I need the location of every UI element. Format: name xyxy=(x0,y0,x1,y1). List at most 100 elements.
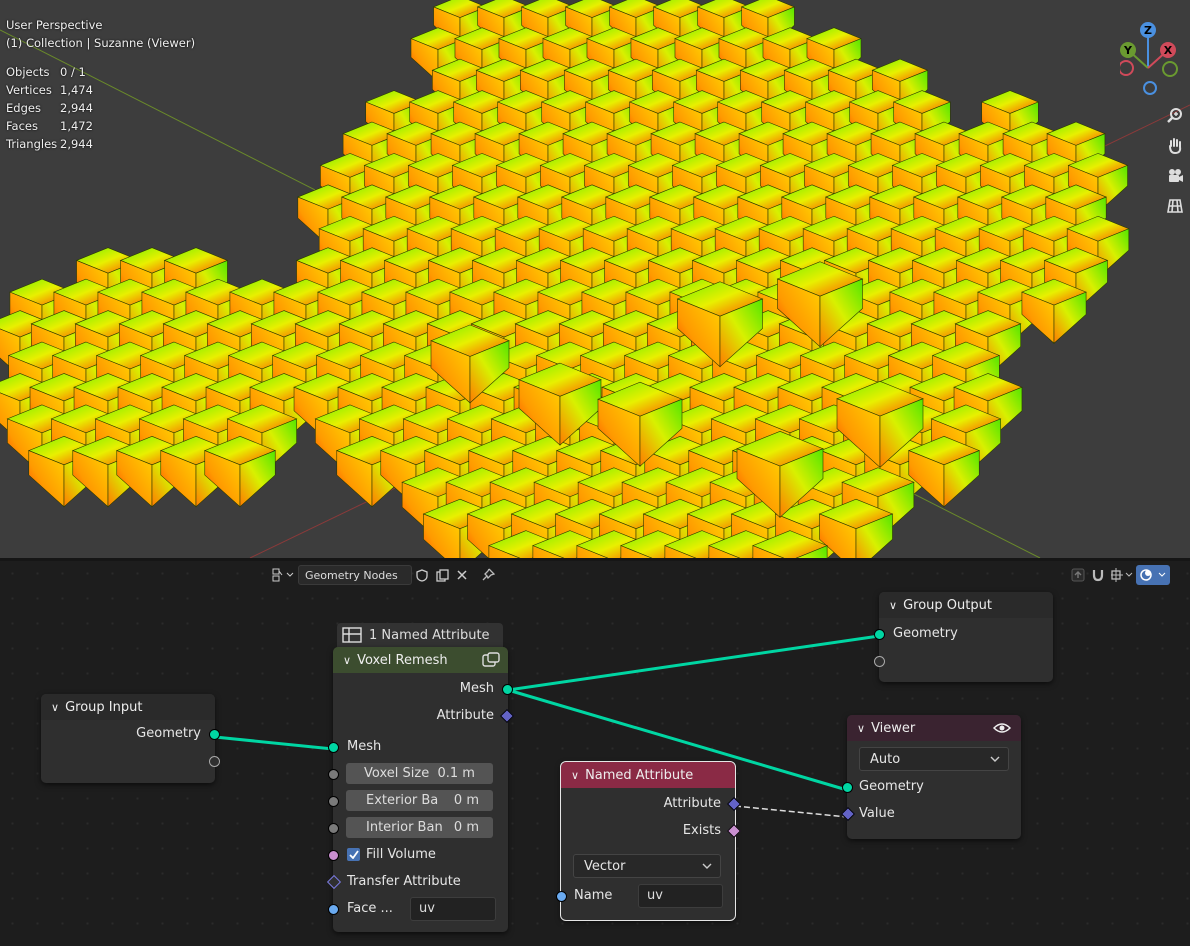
select-value: Auto xyxy=(870,751,901,767)
name-string-socket[interactable] xyxy=(556,891,567,902)
node-header[interactable]: ∨ Group Output xyxy=(879,592,1053,618)
collapse-chevron-icon[interactable]: ∨ xyxy=(857,722,865,735)
fill-volume-checkbox[interactable] xyxy=(347,848,360,861)
input-socket-row: Geometry xyxy=(842,773,1021,800)
voxel-remesh-node[interactable]: ∨ Voxel Remesh Mesh Attribute Mesh Voxel … xyxy=(326,647,515,932)
geometry-input-socket[interactable] xyxy=(874,629,885,640)
voxel-size-socket[interactable] xyxy=(328,769,339,780)
viewport-overlay-stats: User Perspective (1) Collection | Suzann… xyxy=(6,16,195,153)
input-socket-row: Exterior Ba 0 m xyxy=(328,787,508,814)
geometry-output-socket[interactable] xyxy=(209,729,220,740)
viewer-domain-select[interactable]: Auto xyxy=(859,747,1009,771)
overlays-toggle-icon[interactable] xyxy=(1136,565,1170,585)
interior-band-socket[interactable] xyxy=(328,823,339,834)
attribute-output-socket[interactable] xyxy=(499,708,515,724)
data-type-select[interactable]: Vector xyxy=(573,854,721,878)
input-socket-row: Value xyxy=(840,800,1021,827)
socket-label: Transfer Attribute xyxy=(347,874,461,889)
output-socket-row: Attribute xyxy=(561,790,742,817)
face-string-socket[interactable] xyxy=(328,904,339,915)
duplicate-icon[interactable] xyxy=(432,565,452,585)
link-attribute-to-viewer-value xyxy=(734,805,848,818)
snapping-magnet-icon[interactable] xyxy=(1088,565,1108,585)
input-socket-row: Interior Ban 0 m xyxy=(328,814,508,841)
node-header[interactable]: ∨ Named Attribute xyxy=(561,762,735,788)
collapse-chevron-icon[interactable]: ∨ xyxy=(571,769,579,782)
fake-user-shield-icon[interactable] xyxy=(412,565,432,585)
domain-select-row: Auto xyxy=(847,741,1021,773)
attribute-output-socket[interactable] xyxy=(726,796,742,812)
transfer-attribute-socket[interactable] xyxy=(326,874,342,890)
parent-node-tree-icon[interactable] xyxy=(1068,565,1088,585)
value-input-socket[interactable] xyxy=(840,806,856,822)
node-title: Group Output xyxy=(903,597,992,613)
collapse-chevron-icon[interactable]: ∨ xyxy=(51,701,59,714)
group-output-node[interactable]: ∨ Group Output Geometry xyxy=(874,592,1053,682)
virtual-output-socket[interactable] xyxy=(209,756,220,767)
node-tree-browse-icon[interactable] xyxy=(268,565,298,585)
gizmo-neg-x[interactable] xyxy=(1120,60,1134,76)
exterior-band-socket[interactable] xyxy=(328,796,339,807)
socket-label: Geometry xyxy=(859,779,924,794)
eye-icon[interactable] xyxy=(993,722,1011,734)
viewport-nav-tools xyxy=(1163,104,1189,224)
output-socket-row: Exists xyxy=(561,817,742,844)
node-tree-name-field[interactable]: Geometry Nodes xyxy=(298,565,412,585)
viewer-node[interactable]: ∨ Viewer Auto Geometry Value xyxy=(840,715,1021,839)
voxel-size-field[interactable]: Voxel Size 0.1 m xyxy=(346,763,493,784)
socket-label: Exists xyxy=(682,823,721,838)
group-input-node[interactable]: ∨ Group Input Geometry xyxy=(41,694,220,783)
attribute-name-field[interactable]: uv xyxy=(638,883,723,908)
camera-icon[interactable] xyxy=(1163,164,1187,188)
checkbox-label: Fill Volume xyxy=(366,847,436,862)
mesh-input-socket[interactable] xyxy=(328,742,339,753)
gizmo-neg-z[interactable] xyxy=(1143,81,1157,95)
output-socket-row: Mesh xyxy=(333,675,513,702)
face-attribute-name-field[interactable]: uv xyxy=(410,896,496,921)
exists-output-socket[interactable] xyxy=(726,823,742,839)
hand-pan-icon[interactable] xyxy=(1163,134,1187,158)
3d-viewport[interactable]: User Perspective (1) Collection | Suzann… xyxy=(0,0,1190,558)
node-title: Voxel Remesh xyxy=(357,652,448,668)
svg-text:X: X xyxy=(1164,44,1173,57)
field-value: 0.1 m xyxy=(437,766,475,781)
virtual-input-socket[interactable] xyxy=(874,656,885,667)
gizmo-neg-y[interactable] xyxy=(1162,61,1178,77)
field-label: Exterior Ba xyxy=(366,793,439,808)
field-value: 0 m xyxy=(453,820,479,835)
geometry-input-socket[interactable] xyxy=(842,782,853,793)
collapse-chevron-icon[interactable]: ∨ xyxy=(343,654,351,667)
node-header[interactable]: ∨ Viewer xyxy=(847,715,1021,741)
node-title: Group Input xyxy=(65,699,143,715)
node-tree-selector: Geometry Nodes xyxy=(268,564,498,586)
node-header[interactable]: ∨ Voxel Remesh xyxy=(333,647,508,673)
stat-row: Objects 0 / 1 xyxy=(6,65,86,79)
exterior-band-field[interactable]: Exterior Ba 0 m xyxy=(346,790,493,811)
zoom-icon[interactable] xyxy=(1163,104,1187,128)
svg-text:Y: Y xyxy=(1123,44,1133,57)
socket-label: Attribute xyxy=(436,708,494,723)
stat-row: Edges 2,944 xyxy=(6,101,93,115)
fill-volume-socket[interactable] xyxy=(328,850,339,861)
node-group-icon[interactable] xyxy=(482,652,500,668)
input-socket-row: Mesh xyxy=(328,733,508,760)
stat-row: Vertices 1,474 xyxy=(6,83,93,97)
unlink-close-icon[interactable] xyxy=(452,565,472,585)
snap-target-dropdown-icon[interactable] xyxy=(1108,565,1136,585)
field-label: Interior Ban xyxy=(366,820,443,835)
navigation-gizmo[interactable]: Z Y X xyxy=(1120,18,1190,98)
stat-row: Faces 1,472 xyxy=(6,119,93,133)
interior-band-field[interactable]: Interior Ban 0 m xyxy=(346,817,493,838)
collapse-chevron-icon[interactable]: ∨ xyxy=(889,599,897,612)
output-socket-row: Geometry xyxy=(41,720,220,747)
node-header[interactable]: ∨ Group Input xyxy=(41,694,215,720)
named-attribute-node[interactable]: ∨ Named Attribute Attribute Exists Vector… xyxy=(556,761,742,921)
node-title: Viewer xyxy=(871,720,916,736)
pin-icon[interactable] xyxy=(478,565,498,585)
socket-label: Attribute xyxy=(663,796,721,811)
node-editor[interactable]: Geometry Nodes ∨ Group Input Geometry 1 … xyxy=(0,561,1190,946)
viewer-frame-label: 1 Named Attribute xyxy=(337,623,503,647)
input-socket-row: Transfer Attribute xyxy=(326,868,508,895)
mesh-output-socket[interactable] xyxy=(502,684,513,695)
grid-view-icon[interactable] xyxy=(1163,194,1187,218)
